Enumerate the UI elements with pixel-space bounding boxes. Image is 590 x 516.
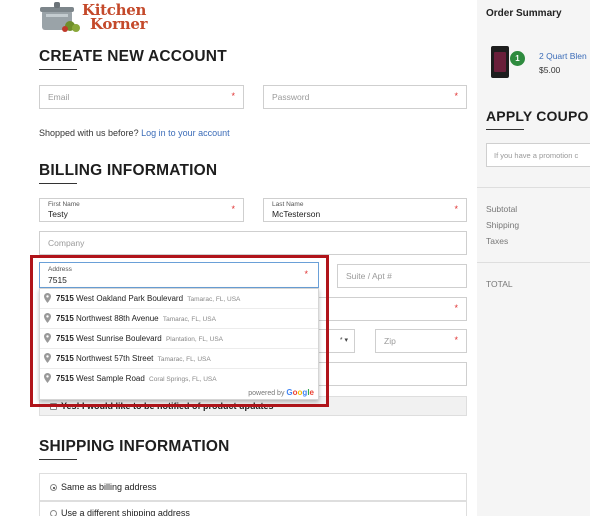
- suggestion-match: 7515: [56, 314, 74, 323]
- radio-different-address[interactable]: [50, 510, 57, 516]
- google-letter: e: [309, 388, 314, 397]
- login-link[interactable]: Log in to your account: [141, 128, 230, 138]
- shopped-before-label: Shopped with us before?: [39, 128, 139, 138]
- zip-field[interactable]: Zip *: [375, 329, 467, 353]
- suggestion-locality: Coral Springs, FL, USA: [149, 376, 217, 383]
- order-summary-panel: Order Summary 1 2 Quart Blen $5.00 APPLY…: [477, 0, 590, 516]
- suggestion-item[interactable]: 7515 Northwest 88th Avenue Tamarac, FL, …: [40, 309, 318, 329]
- shopped-before-text: Shopped with us before? Log in to your a…: [39, 128, 230, 138]
- address-label: Address: [48, 266, 72, 273]
- shipping-same-option[interactable]: Same as billing address: [39, 473, 467, 501]
- suggestion-text: 7515 Northwest 57th Street Tamarac, FL, …: [56, 354, 211, 363]
- coupon-placeholder: If you have a promotion c: [494, 151, 579, 160]
- map-pin-icon: [44, 353, 51, 363]
- address-value: 7515: [48, 275, 67, 285]
- company-field[interactable]: Company: [39, 231, 467, 255]
- map-pin-icon: [44, 333, 51, 343]
- product-thumbnail-fill: [494, 52, 506, 72]
- order-summary-title: Order Summary: [486, 8, 562, 19]
- suggestion-street: West Sample Road: [73, 374, 145, 383]
- radio-same-billing[interactable]: [50, 484, 57, 491]
- map-pin-icon: [44, 293, 51, 303]
- suite-placeholder: Suite / Apt #: [346, 271, 392, 281]
- suggestion-item[interactable]: 7515 West Sample Road Coral Springs, FL,…: [40, 369, 318, 389]
- suggestion-item[interactable]: 7515 West Oakland Park Boulevard Tamarac…: [40, 289, 318, 309]
- pot-icon: [40, 2, 80, 32]
- logo-text-korner: Korner: [90, 15, 148, 33]
- shipping-same-label: Same as billing address: [61, 482, 157, 492]
- first-name-label: First Name: [48, 201, 80, 208]
- total-label: TOTAL: [486, 279, 513, 289]
- company-placeholder: Company: [48, 238, 85, 248]
- suggestion-match: 7515: [56, 294, 74, 303]
- password-field[interactable]: Password *: [263, 85, 467, 109]
- shipping-different-option[interactable]: Use a different shipping address: [39, 501, 467, 516]
- required-mark: *: [454, 204, 458, 214]
- shipping-heading: SHIPPING INFORMATION: [39, 438, 230, 455]
- suggestion-item[interactable]: 7515 Northwest 57th Street Tamarac, FL, …: [40, 349, 318, 369]
- first-name-value: Testy: [48, 209, 68, 219]
- powered-by-google: powered by Google: [248, 388, 314, 397]
- billing-heading: BILLING INFORMATION: [39, 162, 218, 179]
- suggestion-match: 7515: [56, 354, 74, 363]
- suggestion-locality: Tamarac, FL, USA: [162, 316, 216, 323]
- taxes-label: Taxes: [486, 236, 509, 246]
- product-price: $5.00: [539, 65, 561, 75]
- shipping-cost-label: Shipping: [486, 220, 520, 230]
- email-placeholder: Email: [48, 92, 70, 102]
- address-field[interactable]: Address 7515 *: [39, 262, 319, 288]
- suggestion-text: 7515 West Sunrise Boulevard Plantation, …: [56, 334, 223, 343]
- suite-field[interactable]: Suite / Apt #: [337, 264, 467, 288]
- suggestion-match: 7515: [56, 334, 74, 343]
- coupon-heading: APPLY COUPO: [486, 108, 589, 124]
- heading-underline: [39, 69, 77, 70]
- map-pin-icon: [44, 373, 51, 383]
- create-account-heading: CREATE NEW ACCOUNT: [39, 48, 227, 65]
- suggestion-locality: Plantation, FL, USA: [165, 336, 224, 343]
- product-thumbnail: [491, 46, 509, 78]
- coupon-input[interactable]: If you have a promotion c: [486, 143, 590, 167]
- password-placeholder: Password: [272, 92, 310, 102]
- suggestion-locality: Tamarac, FL, USA: [187, 296, 241, 303]
- last-name-field[interactable]: Last Name McTesterson *: [263, 198, 467, 222]
- powered-by-text: powered by: [248, 390, 285, 397]
- last-name-label: Last Name: [272, 201, 304, 208]
- product-name-link[interactable]: 2 Quart Blen: [539, 51, 587, 61]
- required-mark: *: [231, 91, 235, 101]
- required-mark: *: [231, 204, 235, 214]
- suggestion-street: Northwest 88th Avenue: [73, 314, 159, 323]
- suggestion-match: 7515: [56, 374, 74, 383]
- zip-placeholder: Zip: [384, 336, 396, 346]
- heading-underline: [39, 183, 77, 184]
- chevron-down-icon: * ▾: [339, 337, 348, 344]
- suggestion-street: West Oakland Park Boulevard: [73, 294, 184, 303]
- required-mark: *: [304, 269, 308, 279]
- suggestion-locality: Tamarac, FL, USA: [157, 356, 211, 363]
- subtotal-label: Subtotal: [486, 204, 518, 214]
- kitchen-korner-logo[interactable]: Kitchen Korner: [38, 0, 150, 34]
- address-suggestions-dropdown: 7515 West Oakland Park Boulevard Tamarac…: [39, 288, 319, 400]
- map-pin-icon: [44, 313, 51, 323]
- required-mark: *: [454, 303, 458, 313]
- suggestion-text: 7515 West Oakland Park Boulevard Tamarac…: [56, 294, 240, 303]
- first-name-field[interactable]: First Name Testy *: [39, 198, 244, 222]
- divider: [477, 187, 590, 188]
- suggestion-street: Northwest 57th Street: [73, 354, 154, 363]
- suggestion-street: West Sunrise Boulevard: [73, 334, 162, 343]
- email-field[interactable]: Email *: [39, 85, 244, 109]
- shipping-different-label: Use a different shipping address: [61, 508, 190, 516]
- required-mark: *: [454, 335, 458, 345]
- last-name-value: McTesterson: [272, 209, 321, 219]
- google-wordmark: Google: [286, 388, 314, 397]
- heading-underline: [486, 129, 524, 130]
- heading-underline: [39, 459, 77, 460]
- suggestion-text: 7515 Northwest 88th Avenue Tamarac, FL, …: [56, 314, 216, 323]
- divider: [477, 262, 590, 263]
- suggestion-item[interactable]: 7515 West Sunrise Boulevard Plantation, …: [40, 329, 318, 349]
- required-mark: *: [454, 91, 458, 101]
- quantity-badge: 1: [510, 51, 525, 66]
- suggestion-text: 7515 West Sample Road Coral Springs, FL,…: [56, 374, 217, 383]
